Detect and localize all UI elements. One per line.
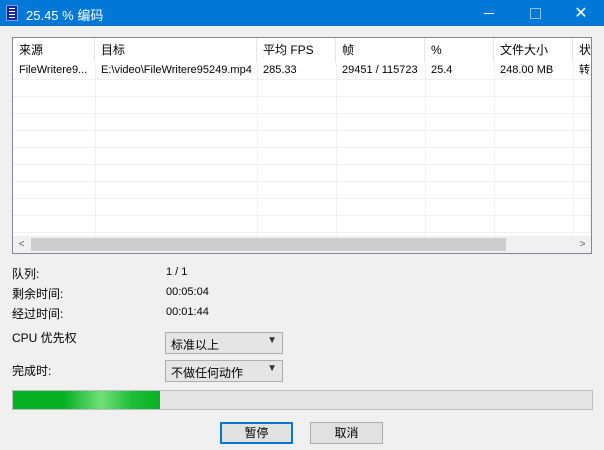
table-row[interactable]: FileWritere9... E:\video\FileWritere9524… [13, 62, 591, 80]
encode-progress-bar [12, 390, 593, 410]
cell-source: FileWritere9... [19, 64, 88, 76]
column-header-status[interactable]: 状 [573, 38, 591, 62]
cpu-priority-label: CPU 优先权 [12, 331, 77, 345]
empty-row [13, 215, 591, 233]
cell-file-size: 248.00 MB [500, 64, 554, 76]
empty-row [13, 181, 591, 199]
queue-label: 队列: [12, 267, 40, 281]
cell-target: E:\video\FileWritere95249.mp4 [101, 64, 252, 76]
cpu-priority-selected: 标准以上 [171, 338, 220, 352]
cpu-priority-select[interactable]: 标准以上 ▼ [165, 332, 283, 354]
window-title: 25.45 % 编码 [26, 8, 104, 23]
list-header: 来源 目标 平均 FPS 帧 % 文件大小 状 [13, 38, 591, 62]
elapsed-time-label: 经过时间: [12, 307, 64, 321]
empty-row [13, 96, 591, 114]
empty-row [13, 164, 591, 182]
progress-fill [13, 391, 161, 409]
horizontal-scrollbar[interactable]: < > [13, 236, 591, 253]
maximize-button[interactable] [512, 0, 558, 26]
chevron-down-icon: ▼ [267, 363, 277, 374]
cancel-button[interactable]: 取消 [310, 422, 383, 444]
scroll-left-icon[interactable]: < [13, 236, 30, 253]
on-complete-select[interactable]: 不做任何动作 ▼ [165, 360, 283, 382]
scroll-right-icon[interactable]: > [574, 236, 591, 253]
empty-row [13, 79, 591, 97]
elapsed-time-value: 00:01:44 [166, 306, 209, 318]
close-button[interactable]: ✕ [558, 0, 604, 26]
cell-frames: 29451 / 115723 [342, 64, 418, 76]
column-header-percent[interactable]: % [425, 38, 494, 62]
app-film-icon [6, 5, 18, 21]
column-header-avg-fps[interactable]: 平均 FPS [257, 38, 336, 62]
maximize-icon [529, 7, 541, 19]
chevron-down-icon: ▼ [267, 335, 277, 346]
close-icon: ✕ [574, 3, 588, 22]
column-header-target[interactable]: 目标 [95, 38, 257, 62]
column-header-frames[interactable]: 帧 [336, 38, 425, 62]
scrollbar-thumb[interactable] [31, 238, 506, 251]
empty-row [13, 147, 591, 165]
title-bar: 25.45 % 编码 ✕ [0, 0, 604, 26]
minimize-icon [484, 12, 494, 14]
minimize-button[interactable] [466, 0, 512, 26]
empty-row [13, 113, 591, 131]
cell-status: 转 [579, 64, 590, 76]
on-complete-selected: 不做任何动作 [171, 366, 244, 380]
column-header-file-size[interactable]: 文件大小 [494, 38, 573, 62]
remaining-time-value: 00:05:04 [166, 286, 209, 298]
encode-job-list[interactable]: 来源 目标 平均 FPS 帧 % 文件大小 状 FileWritere9... … [12, 37, 592, 254]
column-header-source[interactable]: 来源 [13, 38, 95, 62]
empty-row [13, 130, 591, 148]
empty-row [13, 198, 591, 216]
remaining-time-label: 剩余时间: [12, 287, 64, 301]
cell-percent: 25.4 [431, 64, 453, 76]
queue-value: 1 / 1 [166, 266, 188, 278]
pause-button[interactable]: 暂停 [220, 422, 293, 444]
cell-avg-fps: 285.33 [263, 64, 297, 76]
on-complete-label: 完成时: [12, 364, 52, 378]
